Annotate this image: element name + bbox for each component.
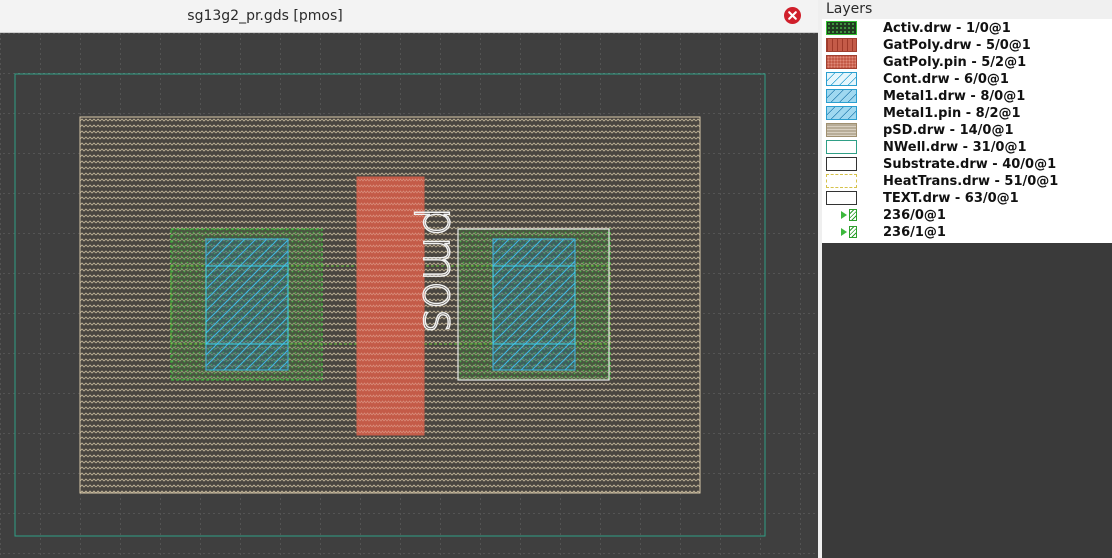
layer-label: Substrate.drw - 40/0@1: [883, 157, 1057, 172]
layer-row[interactable]: TEXT.drw - 63/0@1: [822, 190, 1112, 207]
layers-panel-header: Layers: [822, 0, 1112, 19]
cell-text-label: pmos: [413, 207, 467, 333]
layer-row[interactable]: 236/0@1: [822, 207, 1112, 224]
layer-swatch-icon: [826, 21, 857, 35]
layer-row[interactable]: GatPoly.pin - 5/2@1: [822, 54, 1112, 71]
layer-label: GatPoly.drw - 5/0@1: [883, 38, 1031, 53]
layers-list: Activ.drw - 1/0@1 GatPoly.drw - 5/0@1 GatP…: [822, 19, 1112, 243]
expand-triangle-icon[interactable]: [841, 228, 847, 236]
layers-panel: Layers Activ.drw - 1/0@1 GatPoly.drw - 5/…: [822, 0, 1112, 558]
layer-row[interactable]: HeatTrans.drw - 51/0@1: [822, 173, 1112, 190]
layer-label: 236/0@1: [883, 208, 946, 223]
layer-row[interactable]: Substrate.drw - 40/0@1: [822, 156, 1112, 173]
layer-swatch-icon: [826, 140, 857, 154]
layer-swatch-icon: [826, 72, 857, 86]
layer-swatch-icon: [826, 55, 857, 69]
layer-swatch-icon: [826, 191, 857, 205]
layer-label: Metal1.drw - 8/0@1: [883, 89, 1026, 104]
layer-label: 236/1@1: [883, 225, 946, 240]
layer-group-swatch-icon: [849, 209, 857, 221]
layer-swatch-icon: [826, 157, 857, 171]
close-icon[interactable]: [784, 7, 801, 24]
layer-row[interactable]: Metal1.drw - 8/0@1: [822, 88, 1112, 105]
layer-label: HeatTrans.drw - 51/0@1: [883, 174, 1059, 189]
layer-group-swatch-icon: [849, 226, 857, 238]
layer-row[interactable]: Activ.drw - 1/0@1: [822, 20, 1112, 37]
layout-canvas[interactable]: pmos: [0, 33, 818, 558]
layer-label: Activ.drw - 1/0@1: [883, 21, 1011, 36]
layer-label: GatPoly.pin - 5/2@1: [883, 55, 1027, 70]
layer-row[interactable]: GatPoly.drw - 5/0@1: [822, 37, 1112, 54]
expand-triangle-icon[interactable]: [841, 211, 847, 219]
layer-swatch-icon: [826, 89, 857, 103]
metal1-left: [205, 238, 289, 371]
layer-swatch-icon: [826, 38, 857, 52]
layer-label: pSD.drw - 14/0@1: [883, 123, 1014, 138]
metal1-right: [492, 238, 576, 371]
layout-tab-titlebar[interactable]: sg13g2_pr.gds [pmos]: [0, 0, 818, 33]
layer-label: Metal1.pin - 8/2@1: [883, 106, 1021, 121]
layer-row[interactable]: Metal1.pin - 8/2@1: [822, 105, 1112, 122]
layer-row[interactable]: NWell.drw - 31/0@1: [822, 139, 1112, 156]
layout-tab-title: sg13g2_pr.gds [pmos]: [187, 8, 343, 24]
layer-swatch-icon: [826, 174, 857, 188]
layer-swatch-icon: [826, 123, 857, 137]
layer-label: NWell.drw - 31/0@1: [883, 140, 1027, 155]
layer-row[interactable]: Cont.drw - 6/0@1: [822, 71, 1112, 88]
layout-view-panel: sg13g2_pr.gds [pmos] pmos: [0, 0, 818, 558]
layer-row[interactable]: 236/1@1: [822, 224, 1112, 241]
layer-label: TEXT.drw - 63/0@1: [883, 191, 1019, 206]
layer-swatch-icon: [826, 106, 857, 120]
layer-row[interactable]: pSD.drw - 14/0@1: [822, 122, 1112, 139]
layers-panel-title: Layers: [826, 1, 873, 17]
layer-label: Cont.drw - 6/0@1: [883, 72, 1009, 87]
